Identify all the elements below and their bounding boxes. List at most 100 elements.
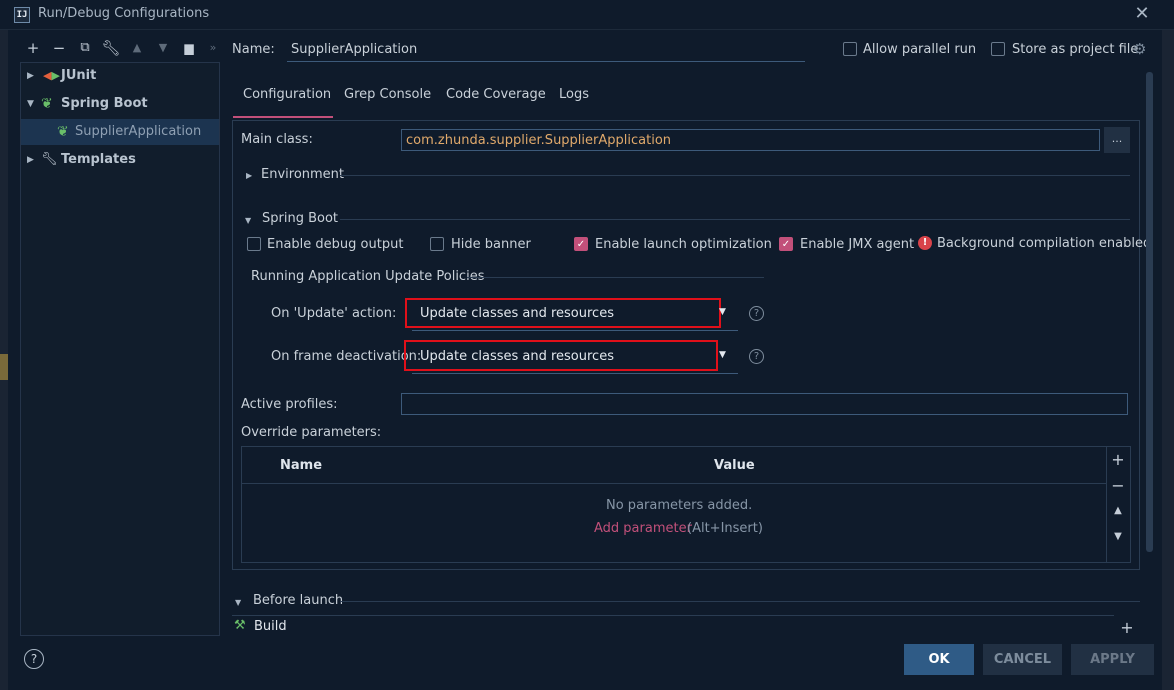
table-header bbox=[242, 447, 1106, 484]
name-input[interactable] bbox=[287, 38, 805, 62]
tree-item-junit[interactable]: ▶ ◀▶ JUnit bbox=[21, 63, 219, 89]
help-icon[interactable]: ? bbox=[749, 349, 764, 364]
collapse-arrow-icon: ▼ bbox=[235, 598, 242, 607]
frame-deactivation-value: Update classes and resources bbox=[420, 349, 614, 364]
collapse-arrow-icon: ▼ bbox=[245, 216, 252, 225]
main-class-label: Main class: bbox=[241, 132, 313, 147]
tree-item-label: Templates bbox=[61, 152, 136, 167]
expand-arrow-icon: ▶ bbox=[246, 171, 253, 180]
before-launch-task-build[interactable]: Build bbox=[254, 619, 287, 634]
frame-deactivation-underline bbox=[412, 373, 738, 374]
close-icon[interactable]: ✕ bbox=[1132, 4, 1152, 24]
move-down-icon[interactable]: ▼ bbox=[1109, 531, 1127, 542]
enable-jmx-agent-checkbox[interactable]: ✓ bbox=[779, 237, 793, 251]
spring-boot-toggle[interactable]: ▼ bbox=[245, 212, 251, 227]
hammer-icon: ⚒ bbox=[234, 618, 246, 633]
title-bar: IJ Run/Debug Configurations ✕ bbox=[0, 0, 1174, 30]
ok-button[interactable]: OK bbox=[904, 644, 974, 675]
hide-banner-checkbox[interactable] bbox=[430, 237, 444, 251]
override-parameters-table: Name Value No parameters added. Add para… bbox=[241, 446, 1131, 563]
more-icon[interactable]: » bbox=[203, 38, 223, 58]
tree-item-label: Spring Boot bbox=[61, 96, 148, 111]
configuration-tree: ▶ ◀▶ JUnit ▼ ❦ Spring Boot ❦ SupplierApp… bbox=[20, 62, 220, 636]
vertical-scrollbar[interactable] bbox=[1146, 72, 1153, 552]
enable-debug-output-label: Enable debug output bbox=[267, 237, 404, 252]
frame-deactivation-dropdown[interactable]: Update classes and resources bbox=[404, 340, 718, 371]
add-task-icon[interactable]: + bbox=[1118, 618, 1136, 637]
tree-item-spring-boot[interactable]: ▼ ❦ Spring Boot bbox=[21, 91, 219, 117]
update-action-underline bbox=[412, 330, 738, 331]
before-launch-toggle[interactable]: ▼ bbox=[235, 594, 241, 609]
spring-boot-divider bbox=[340, 219, 1130, 220]
remove-param-icon[interactable]: − bbox=[1109, 476, 1127, 495]
background-compilation-warning: Background compilation enabled bbox=[937, 236, 1152, 251]
help-button[interactable]: ? bbox=[24, 649, 44, 669]
tab-code-coverage[interactable]: Code Coverage bbox=[446, 86, 546, 118]
tree-item-supplier-application[interactable]: ❦ SupplierApplication bbox=[21, 119, 219, 145]
override-parameters-label: Override parameters: bbox=[241, 425, 382, 440]
collapse-arrow-icon[interactable]: ▼ bbox=[27, 91, 37, 117]
tree-item-label: SupplierApplication bbox=[75, 124, 202, 139]
tab-configuration[interactable]: Configuration bbox=[243, 86, 331, 118]
table-empty-text: No parameters added. bbox=[606, 498, 753, 513]
chevron-down-icon[interactable]: ▼ bbox=[719, 350, 726, 360]
store-as-project-file-checkbox[interactable] bbox=[991, 42, 1005, 56]
environment-label[interactable]: Environment bbox=[261, 167, 344, 182]
spring-boot-icon: ❦ bbox=[41, 96, 53, 112]
expand-arrow-icon[interactable]: ▶ bbox=[27, 63, 37, 89]
warning-icon: ! bbox=[918, 236, 932, 250]
main-class-input[interactable] bbox=[401, 129, 1100, 151]
before-launch-list bbox=[232, 615, 1114, 636]
frame-deactivation-label: On frame deactivation: bbox=[271, 349, 422, 364]
junit-icon: ◀▶ bbox=[43, 69, 60, 82]
apply-button[interactable]: APPLY bbox=[1071, 644, 1154, 675]
active-profiles-label: Active profiles: bbox=[241, 397, 338, 412]
add-param-icon[interactable]: + bbox=[1109, 450, 1127, 469]
update-action-dropdown[interactable]: Update classes and resources bbox=[405, 298, 721, 328]
chevron-down-icon[interactable]: ▼ bbox=[719, 307, 726, 317]
enable-debug-output-checkbox[interactable] bbox=[247, 237, 261, 251]
add-parameter-shortcut: (Alt+Insert) bbox=[687, 521, 763, 536]
wrench-icon[interactable]: 🔧︎ bbox=[101, 38, 121, 58]
allow-parallel-run-label: Allow parallel run bbox=[863, 42, 977, 57]
policies-divider bbox=[467, 277, 764, 278]
tab-grep-console[interactable]: Grep Console bbox=[344, 86, 431, 118]
spring-boot-app-icon: ❦ bbox=[57, 124, 69, 140]
allow-parallel-run-checkbox[interactable] bbox=[843, 42, 857, 56]
enable-launch-optimization-checkbox[interactable]: ✓ bbox=[574, 237, 588, 251]
before-launch-divider bbox=[340, 601, 1140, 602]
enable-jmx-agent-label: Enable JMX agent bbox=[800, 237, 915, 252]
tree-item-templates[interactable]: ▶ 🔧︎ Templates bbox=[21, 147, 219, 173]
before-launch-label[interactable]: Before launch bbox=[253, 593, 343, 608]
update-action-value: Update classes and resources bbox=[420, 306, 614, 321]
background-app-strip-right bbox=[1162, 30, 1174, 690]
add-parameter-link[interactable]: Add parameter bbox=[594, 521, 692, 536]
update-action-label: On 'Update' action: bbox=[271, 306, 397, 321]
hide-banner-label: Hide banner bbox=[451, 237, 531, 252]
spring-boot-section-label[interactable]: Spring Boot bbox=[262, 211, 338, 226]
cancel-button[interactable]: CANCEL bbox=[983, 644, 1062, 675]
remove-icon[interactable]: − bbox=[49, 38, 69, 58]
intellij-logo-icon: IJ bbox=[14, 7, 30, 23]
folder-icon[interactable]: ▆ bbox=[179, 38, 199, 58]
background-app-marker bbox=[0, 354, 8, 380]
table-side-divider bbox=[1106, 447, 1107, 562]
environment-divider bbox=[340, 175, 1130, 176]
add-icon[interactable]: + bbox=[23, 38, 43, 58]
environment-toggle[interactable]: ▶ bbox=[246, 167, 252, 182]
move-up-icon[interactable]: ▲ bbox=[1109, 505, 1127, 516]
move-down-icon[interactable]: ▼ bbox=[153, 38, 173, 58]
help-icon[interactable]: ? bbox=[749, 306, 764, 321]
expand-arrow-icon[interactable]: ▶ bbox=[27, 147, 37, 173]
window-title: Run/Debug Configurations bbox=[38, 6, 210, 21]
tab-logs[interactable]: Logs bbox=[559, 86, 589, 118]
browse-button[interactable]: ... bbox=[1104, 127, 1130, 153]
column-header-name[interactable]: Name bbox=[280, 458, 322, 473]
active-profiles-input[interactable] bbox=[401, 393, 1128, 415]
wrench-icon: 🔧︎ bbox=[41, 152, 58, 167]
column-header-value[interactable]: Value bbox=[714, 458, 755, 473]
update-policies-title: Running Application Update Policies bbox=[251, 269, 485, 284]
copy-icon[interactable]: ⧉ bbox=[75, 38, 95, 58]
gear-icon[interactable]: ⚙ bbox=[1133, 40, 1146, 58]
move-up-icon[interactable]: ▲ bbox=[127, 38, 147, 58]
